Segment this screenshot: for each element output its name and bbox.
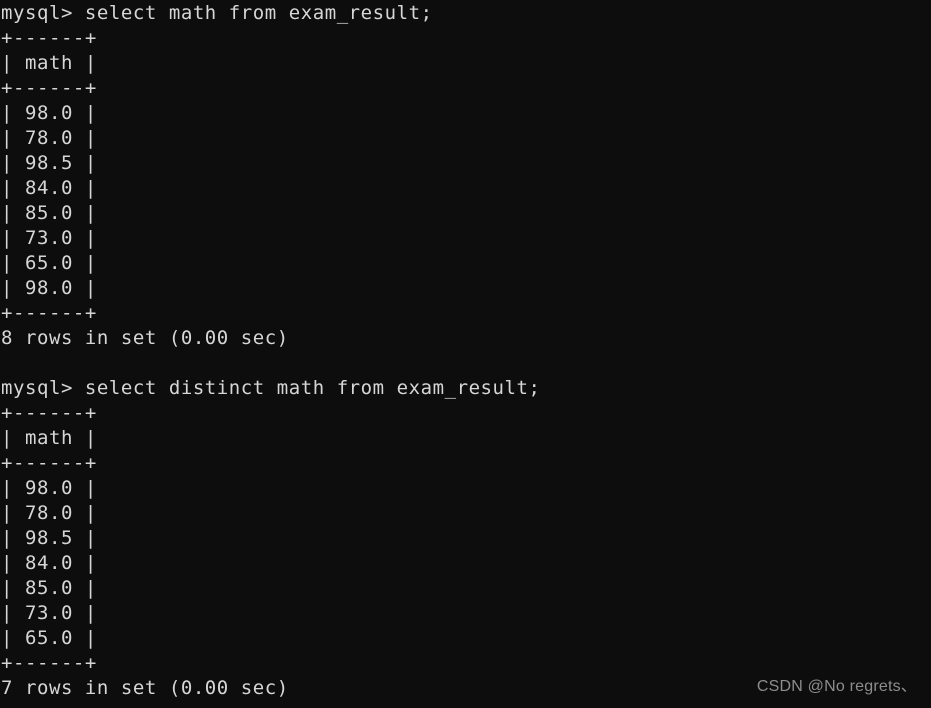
table-top-rule: +------+ [1,402,97,424]
table-row: | 98.0 | [1,102,97,124]
table-row: | 98.0 | [1,477,97,499]
csdn-watermark: CSDN @No regrets、 [756,678,917,695]
table-row: | 84.0 | [1,552,97,574]
table-bottom-rule: +------+ [1,302,97,324]
table-row: | 73.0 | [1,227,97,249]
table-header-row: | math | [1,427,97,449]
table-header-rule: +------+ [1,77,97,99]
terminal-window[interactable]: mysql> select math from exam_result; +--… [0,0,931,708]
table-header-rule: +------+ [1,452,97,474]
table-row: | 78.0 | [1,127,97,149]
table-row: | 98.0 | [1,277,97,299]
table-top-rule: +------+ [1,27,97,49]
table-row: | 85.0 | [1,577,97,599]
command-prompt-line: mysql> select math from exam_result; [1,2,433,24]
table-row: | 85.0 | [1,202,97,224]
result-status-line: 8 rows in set (0.00 sec) [1,327,289,349]
table-row: | 98.5 | [1,527,97,549]
command-prompt-line: mysql> select distinct math from exam_re… [1,377,541,399]
table-row: | 73.0 | [1,602,97,624]
table-row: | 98.5 | [1,152,97,174]
table-row: | 78.0 | [1,502,97,524]
table-row: | 84.0 | [1,177,97,199]
table-header-row: | math | [1,52,97,74]
table-row: | 65.0 | [1,252,97,274]
table-row: | 65.0 | [1,627,97,649]
